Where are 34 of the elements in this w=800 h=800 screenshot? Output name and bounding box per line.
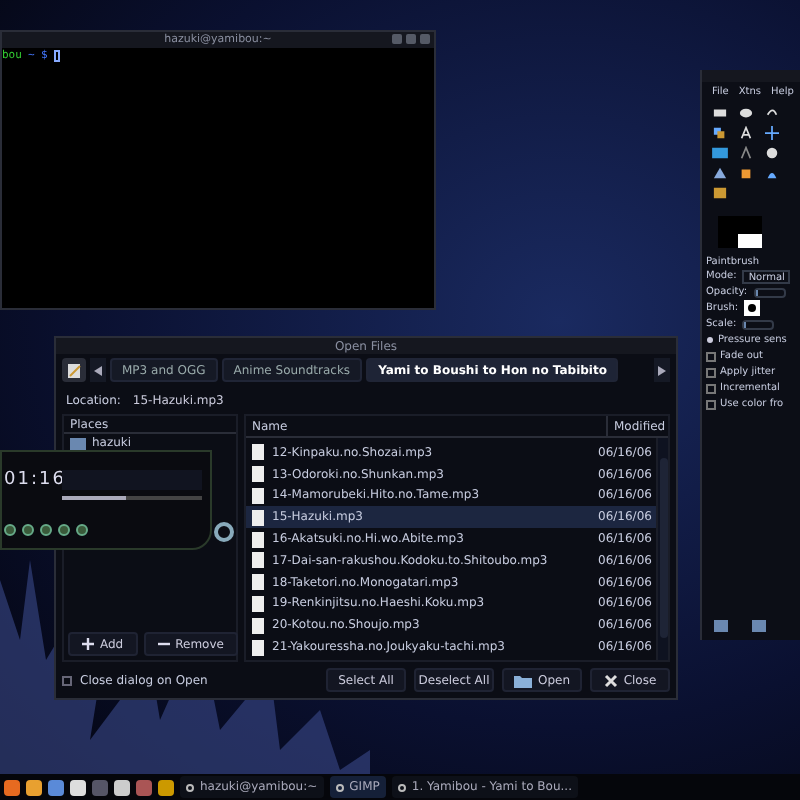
window-icon [186, 783, 194, 791]
plus-icon [82, 638, 94, 650]
text-cursor [53, 50, 60, 62]
expander-icon[interactable] [706, 336, 714, 344]
scroll-left-button[interactable] [90, 358, 106, 382]
layers-icon[interactable] [712, 126, 728, 140]
edit-icon[interactable] [62, 358, 86, 382]
brush-preview[interactable] [744, 300, 761, 316]
volume-knob[interactable] [214, 522, 234, 542]
caret-left-icon [94, 365, 102, 375]
scrollbar[interactable] [656, 438, 668, 660]
window-icon [335, 783, 344, 791]
rectangle-select-icon[interactable] [712, 106, 728, 120]
window-icon [397, 783, 406, 791]
scroll-right-button[interactable] [654, 358, 670, 382]
folder-icon [70, 437, 86, 449]
stop-button[interactable] [58, 524, 70, 536]
checkbox[interactable] [62, 675, 72, 685]
close-icon [603, 673, 618, 687]
checkbox[interactable] [706, 383, 716, 393]
ellipse-select-icon[interactable] [738, 106, 754, 120]
pause-button[interactable] [40, 524, 52, 536]
time-display: 01:16 [4, 470, 66, 490]
play-button[interactable] [22, 524, 34, 536]
checkbox[interactable] [706, 351, 716, 361]
color-swatch[interactable] [718, 216, 762, 248]
checkbox[interactable] [706, 399, 716, 409]
previous-button[interactable] [4, 524, 16, 536]
checkbox[interactable] [706, 367, 716, 377]
minus-icon [157, 642, 170, 646]
next-button[interactable] [76, 524, 88, 536]
caret-right-icon [658, 365, 666, 375]
move-icon[interactable] [764, 126, 780, 140]
folder-icon [513, 673, 532, 687]
